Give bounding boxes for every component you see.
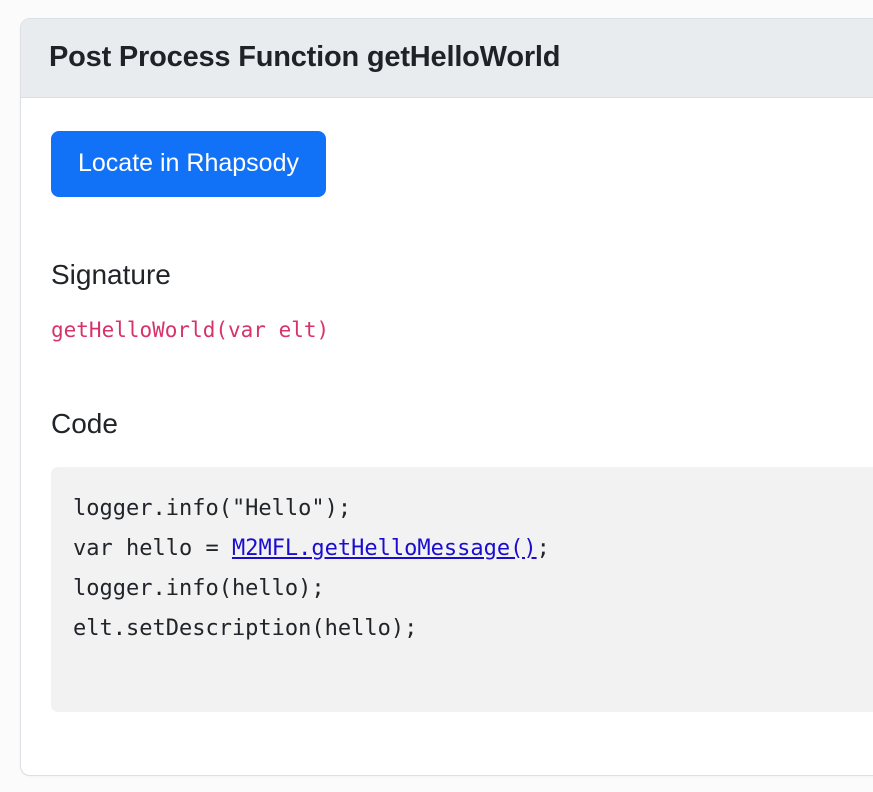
code-section-heading: Code — [51, 408, 118, 440]
code-line: var hello = M2MFL.getHelloMessage(); — [73, 529, 873, 569]
card-header: Post Process Function getHelloWorld — [21, 19, 873, 98]
code-content: logger.info("Hello"); var hello = M2MFL.g… — [73, 489, 873, 649]
page-title: Post Process Function getHelloWorld — [49, 41, 561, 74]
code-link-get-hello-message[interactable]: M2MFL.getHelloMessage() — [232, 536, 537, 561]
code-text-after: ; — [536, 535, 550, 561]
page-root: Post Process Function getHelloWorld Loca… — [0, 0, 873, 792]
code-text-before: elt.setDescription(hello); — [73, 615, 418, 641]
code-line: elt.setDescription(hello); — [73, 609, 873, 649]
post-process-function-card: Post Process Function getHelloWorld Loca… — [20, 18, 873, 776]
code-block: logger.info("Hello"); var hello = M2MFL.g… — [51, 466, 873, 712]
code-text-before: var hello = — [73, 535, 232, 561]
code-line: logger.info(hello); — [73, 569, 873, 609]
card-body: Locate in Rhapsody Signature getHelloWor… — [21, 98, 873, 712]
locate-in-rhapsody-button[interactable]: Locate in Rhapsody — [51, 131, 326, 197]
function-signature: getHelloWorld(var elt) — [51, 318, 330, 343]
code-text-before: logger.info(hello); — [73, 575, 325, 601]
code-text-before: logger.info("Hello"); — [73, 495, 352, 521]
code-line: logger.info("Hello"); — [73, 489, 873, 529]
signature-section-heading: Signature — [51, 259, 171, 290]
